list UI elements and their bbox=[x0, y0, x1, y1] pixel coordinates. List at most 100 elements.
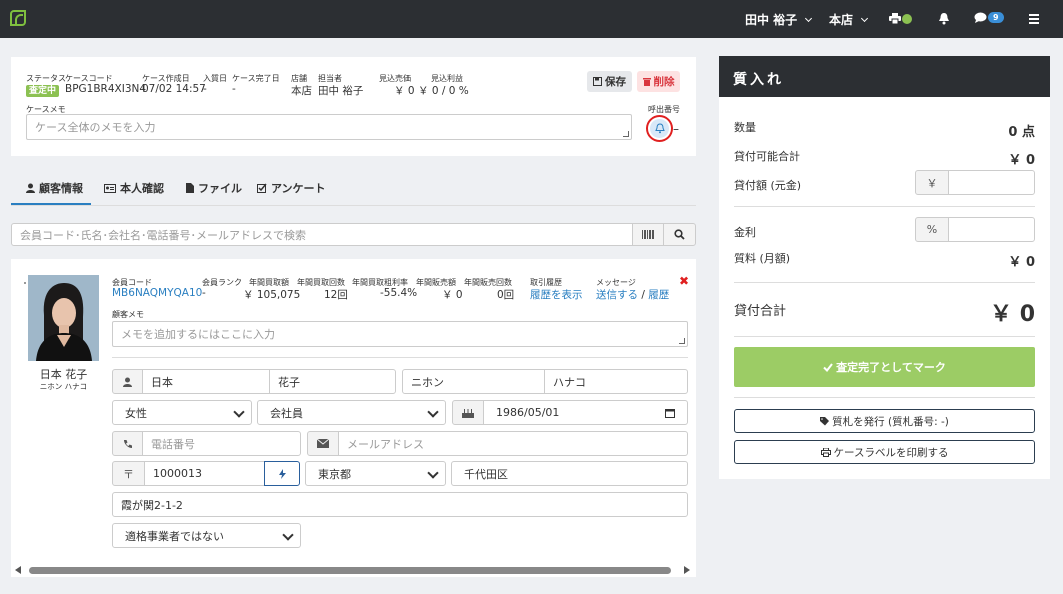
divider bbox=[734, 397, 1035, 398]
prefecture-value: 東京都 bbox=[318, 467, 351, 481]
phone-input[interactable]: 電話番号 bbox=[142, 431, 301, 456]
barcode-scan-button[interactable] bbox=[632, 223, 664, 246]
est-sales-value: ￥ 0 bbox=[394, 85, 415, 97]
tab-files-label: ファイル bbox=[198, 182, 242, 195]
tabs-divider bbox=[11, 205, 696, 206]
last-kana-input[interactable]: ニホン bbox=[402, 369, 545, 394]
first-kana-input[interactable]: ハナコ bbox=[544, 369, 688, 394]
search-icon bbox=[674, 229, 685, 240]
purchase-date-value: - bbox=[203, 83, 207, 95]
store-value: 本店 bbox=[291, 85, 312, 97]
show-history-link[interactable]: 履歴を表示 bbox=[530, 287, 583, 302]
resize-handle-icon bbox=[623, 131, 629, 137]
annual-margin-value: -55.4% bbox=[380, 287, 418, 299]
postal-code-input[interactable]: 1000013 bbox=[144, 461, 265, 486]
resize-handle-icon bbox=[679, 338, 685, 344]
top-navbar: 田中 裕子 本店 9 bbox=[0, 0, 1063, 38]
status-dot-icon bbox=[902, 14, 912, 24]
chevron-down-icon bbox=[861, 14, 869, 23]
annual-sales-count-value: 0回 bbox=[497, 289, 515, 301]
delete-button[interactable]: 削除 bbox=[637, 71, 680, 92]
message-separator: / bbox=[641, 289, 645, 301]
created-value: 07/02 14:57 bbox=[142, 83, 206, 95]
save-button-label: 保存 bbox=[605, 76, 626, 88]
customer-memo-textarea[interactable]: メモを追加するにはここに入力 bbox=[112, 321, 688, 347]
send-message-link[interactable]: 送信する bbox=[596, 289, 638, 301]
tab-identity-check[interactable]: 本人確認 bbox=[104, 180, 164, 196]
mark-complete-button[interactable]: 査定完了としてマーク bbox=[734, 347, 1035, 387]
loan-total-label: 貸付合計 bbox=[734, 304, 787, 319]
last-kana-value: ニホン bbox=[411, 375, 444, 389]
issue-ticket-label: 質札を発行 (質札番号: -) bbox=[832, 415, 949, 428]
mark-complete-label: 査定完了としてマーク bbox=[836, 361, 946, 374]
store-menu[interactable]: 本店 bbox=[829, 11, 869, 28]
invoice-status-select[interactable]: 適格事業者ではない bbox=[112, 523, 301, 548]
tab-survey[interactable]: アンケート bbox=[257, 180, 326, 196]
email-placeholder: メールアドレス bbox=[347, 437, 424, 451]
qty-value: 0 点 bbox=[1008, 125, 1035, 140]
case-memo-placeholder: ケース全体のメモを入力 bbox=[35, 121, 156, 134]
loan-limit-value: ￥ 0 bbox=[1008, 153, 1035, 168]
tab-files[interactable]: ファイル bbox=[186, 180, 242, 196]
printer-icon bbox=[889, 13, 901, 25]
user-menu[interactable]: 田中 裕子 bbox=[745, 11, 813, 28]
interest-input[interactable] bbox=[948, 217, 1035, 242]
notification-bell-icon[interactable] bbox=[938, 12, 950, 28]
job-value: 会社員 bbox=[270, 406, 303, 420]
case-code-value: BPG1BR4XI3N4 bbox=[65, 83, 147, 95]
first-name-value: 花子 bbox=[278, 375, 300, 389]
remove-customer-icon[interactable]: ✖ bbox=[679, 274, 689, 288]
prefecture-select[interactable]: 東京都 bbox=[305, 461, 446, 486]
issue-ticket-button[interactable]: 質札を発行 (質札番号: -) bbox=[734, 409, 1035, 433]
messages-button[interactable]: 9 bbox=[974, 12, 1004, 27]
dot-marker bbox=[24, 282, 26, 284]
annual-sales-amount-value: ￥ 0 bbox=[442, 289, 463, 301]
tab-customer-info[interactable]: 顧客情報 bbox=[26, 180, 83, 196]
customer-photo[interactable] bbox=[28, 275, 99, 361]
interest-label: 金利 bbox=[734, 226, 756, 239]
case-memo-textarea[interactable]: ケース全体のメモを入力 bbox=[26, 114, 632, 140]
done-date-label: ケース完了日 bbox=[232, 74, 280, 83]
postal-lookup-button[interactable] bbox=[264, 461, 300, 486]
last-name-input[interactable]: 日本 bbox=[142, 369, 270, 394]
message-count-badge: 9 bbox=[988, 12, 1004, 23]
est-profit-value: ￥ 0 / 0 % bbox=[418, 85, 469, 97]
floppy-disk-icon bbox=[593, 77, 602, 86]
printer-status[interactable] bbox=[889, 13, 912, 27]
percent-addon: % bbox=[915, 217, 949, 242]
scroll-left-arrow-icon[interactable] bbox=[15, 566, 21, 574]
print-label-button[interactable]: ケースラベルを印刷する bbox=[734, 440, 1035, 464]
call-number-value: – bbox=[673, 122, 679, 136]
print-label-label: ケースラベルを印刷する bbox=[833, 446, 949, 459]
loan-amount-input[interactable] bbox=[948, 170, 1035, 195]
save-button[interactable]: 保存 bbox=[587, 71, 632, 92]
app-logo-icon[interactable] bbox=[10, 10, 26, 26]
scroll-right-arrow-icon[interactable] bbox=[684, 566, 690, 574]
birthday-input[interactable]: 1986/05/01 bbox=[483, 400, 688, 425]
hamburger-menu-icon[interactable] bbox=[1029, 14, 1039, 24]
divider bbox=[734, 282, 1035, 283]
search-button[interactable] bbox=[663, 223, 696, 246]
horizontal-scrollbar-thumb[interactable] bbox=[29, 567, 671, 574]
chevron-down-icon bbox=[805, 14, 813, 23]
address-input[interactable]: 霞が関2-1-2 bbox=[112, 492, 688, 517]
job-select[interactable]: 会社員 bbox=[257, 400, 446, 425]
call-bell-button[interactable] bbox=[646, 115, 673, 142]
gender-select[interactable]: 女性 bbox=[112, 400, 252, 425]
panel-title: 質入れ bbox=[719, 56, 1050, 97]
city-input[interactable]: 千代田区 bbox=[451, 461, 688, 486]
printer-icon bbox=[820, 447, 831, 457]
person-icon bbox=[112, 369, 143, 394]
message-history-link[interactable]: 履歴 bbox=[648, 289, 669, 301]
customer-name: 日本 花子 bbox=[39, 368, 88, 381]
loan-limit-label: 貸付可能合計 bbox=[734, 150, 800, 163]
last-name-value: 日本 bbox=[151, 375, 173, 389]
email-input[interactable]: メールアドレス bbox=[338, 431, 688, 456]
chat-icon bbox=[974, 12, 987, 23]
first-name-input[interactable]: 花子 bbox=[269, 369, 396, 394]
staff-value: 田中 裕子 bbox=[318, 85, 364, 97]
member-code-link[interactable]: MB6NAQMYQA10 bbox=[112, 287, 202, 299]
rank-label: 会員ランク bbox=[202, 278, 242, 287]
annual-buy-count-value: 12回 bbox=[324, 289, 348, 301]
customer-search-input[interactable]: 会員コード･氏名･会社名･電話番号･メールアドレスで検索 bbox=[11, 223, 633, 246]
